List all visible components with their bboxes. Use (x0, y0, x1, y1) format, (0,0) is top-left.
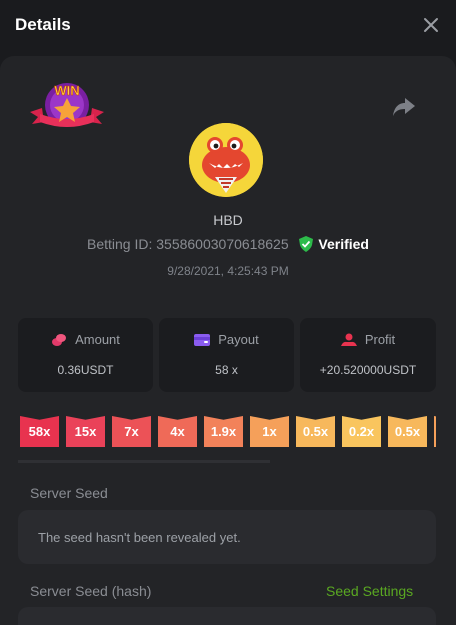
server-seed-value: The seed hasn't been revealed yet. (38, 530, 241, 545)
multiplier-slot: 4x (158, 416, 197, 447)
stat-profit-label: Profit (364, 332, 396, 347)
stat-amount: Amount 0.36USDT (18, 318, 153, 392)
share-icon[interactable] (392, 96, 416, 118)
seed-settings-link[interactable]: Seed Settings (326, 583, 413, 599)
verified-shield-icon (298, 236, 313, 252)
server-seed-hash-box[interactable] (18, 607, 436, 625)
stat-amount-value: 0.36USDT (57, 363, 114, 377)
multiplier-row: 58x 15x 7x 4x 1.9x 1x 0.5x 0.2x 0.5x (20, 416, 436, 448)
stat-profit-value: +20.520000USDT (319, 363, 417, 377)
multiplier-slot: 0.2x (342, 416, 381, 447)
betting-id-label: Betting ID: (86, 236, 153, 252)
stat-payout-value: 58 x (215, 363, 238, 377)
profit-icon (340, 333, 357, 346)
avatar (189, 123, 263, 197)
multiplier-slot: 1.9x (204, 416, 243, 447)
stat-amount-label: Amount (75, 332, 120, 347)
server-seed-label: Server Seed (30, 485, 108, 501)
win-badge-icon: WIN (30, 83, 104, 127)
multiplier-slot: 0.5x (296, 416, 335, 447)
modal-header: Details (0, 0, 456, 52)
server-seed-hash-label: Server Seed (hash) (30, 583, 152, 599)
multiplier-slot: 1x (250, 416, 289, 447)
multiplier-slot: 58x (20, 416, 59, 447)
stat-profit: Profit +20.520000USDT (300, 318, 436, 392)
multiplier-scrollbar[interactable] (18, 460, 270, 463)
close-icon[interactable] (420, 14, 442, 36)
badge-text: WIN (54, 83, 79, 98)
stat-payout: Payout 58 x (159, 318, 294, 392)
betting-id-row: Betting ID: 35586003070618625 Verified (0, 236, 456, 252)
multiplier-slot: 7x (112, 416, 151, 447)
dino-avatar-icon (189, 123, 263, 197)
username: HBD (213, 212, 243, 228)
multiplier-slot: 15x (66, 416, 105, 447)
multiplier-slot: 0.5x (388, 416, 427, 447)
betting-id-value: 35586003070618625 (156, 236, 289, 252)
stat-payout-label: Payout (218, 332, 259, 347)
wallet-icon (194, 334, 211, 346)
server-seed-box: The seed hasn't been revealed yet. (18, 510, 436, 564)
verified-label: Verified (318, 236, 369, 252)
coins-icon (52, 334, 67, 346)
multiplier-slot (434, 416, 436, 447)
modal-title: Details (15, 15, 71, 34)
bet-datetime: 9/28/2021, 4:25:43 PM (167, 264, 289, 278)
